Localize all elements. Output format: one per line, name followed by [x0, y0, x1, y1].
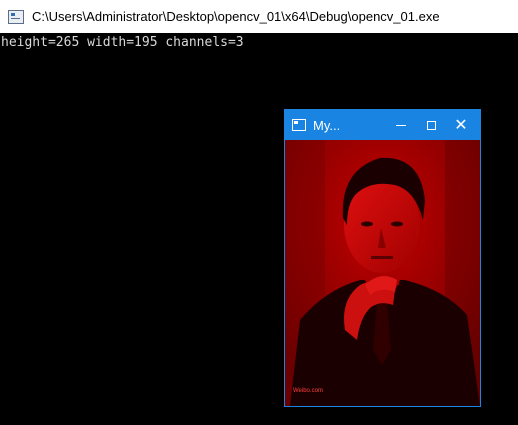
window-app-icon — [292, 119, 306, 131]
console-window-title: C:\Users\Administrator\Desktop\opencv_01… — [32, 9, 440, 24]
maximize-icon — [426, 120, 436, 130]
close-button[interactable]: ✕ — [446, 110, 476, 140]
close-icon: ✕ — [454, 117, 468, 134]
minimize-button[interactable] — [386, 110, 416, 140]
image-window-title: My... — [313, 117, 341, 133]
image-window[interactable]: My... ✕ Weibo.com — [284, 109, 481, 407]
image-display: Weibo.com — [285, 140, 480, 406]
image-window-titlebar[interactable]: My... ✕ — [285, 110, 480, 140]
maximize-button[interactable] — [416, 110, 446, 140]
watermark-text: Weibo.com — [293, 388, 323, 394]
portrait-image: Weibo.com — [285, 140, 480, 406]
console-app-icon — [8, 9, 24, 24]
console-output-text: height=265 width=195 channels=3 — [1, 35, 244, 50]
console-titlebar[interactable]: C:\Users\Administrator\Desktop\opencv_01… — [0, 0, 518, 33]
minimize-icon — [396, 124, 406, 126]
